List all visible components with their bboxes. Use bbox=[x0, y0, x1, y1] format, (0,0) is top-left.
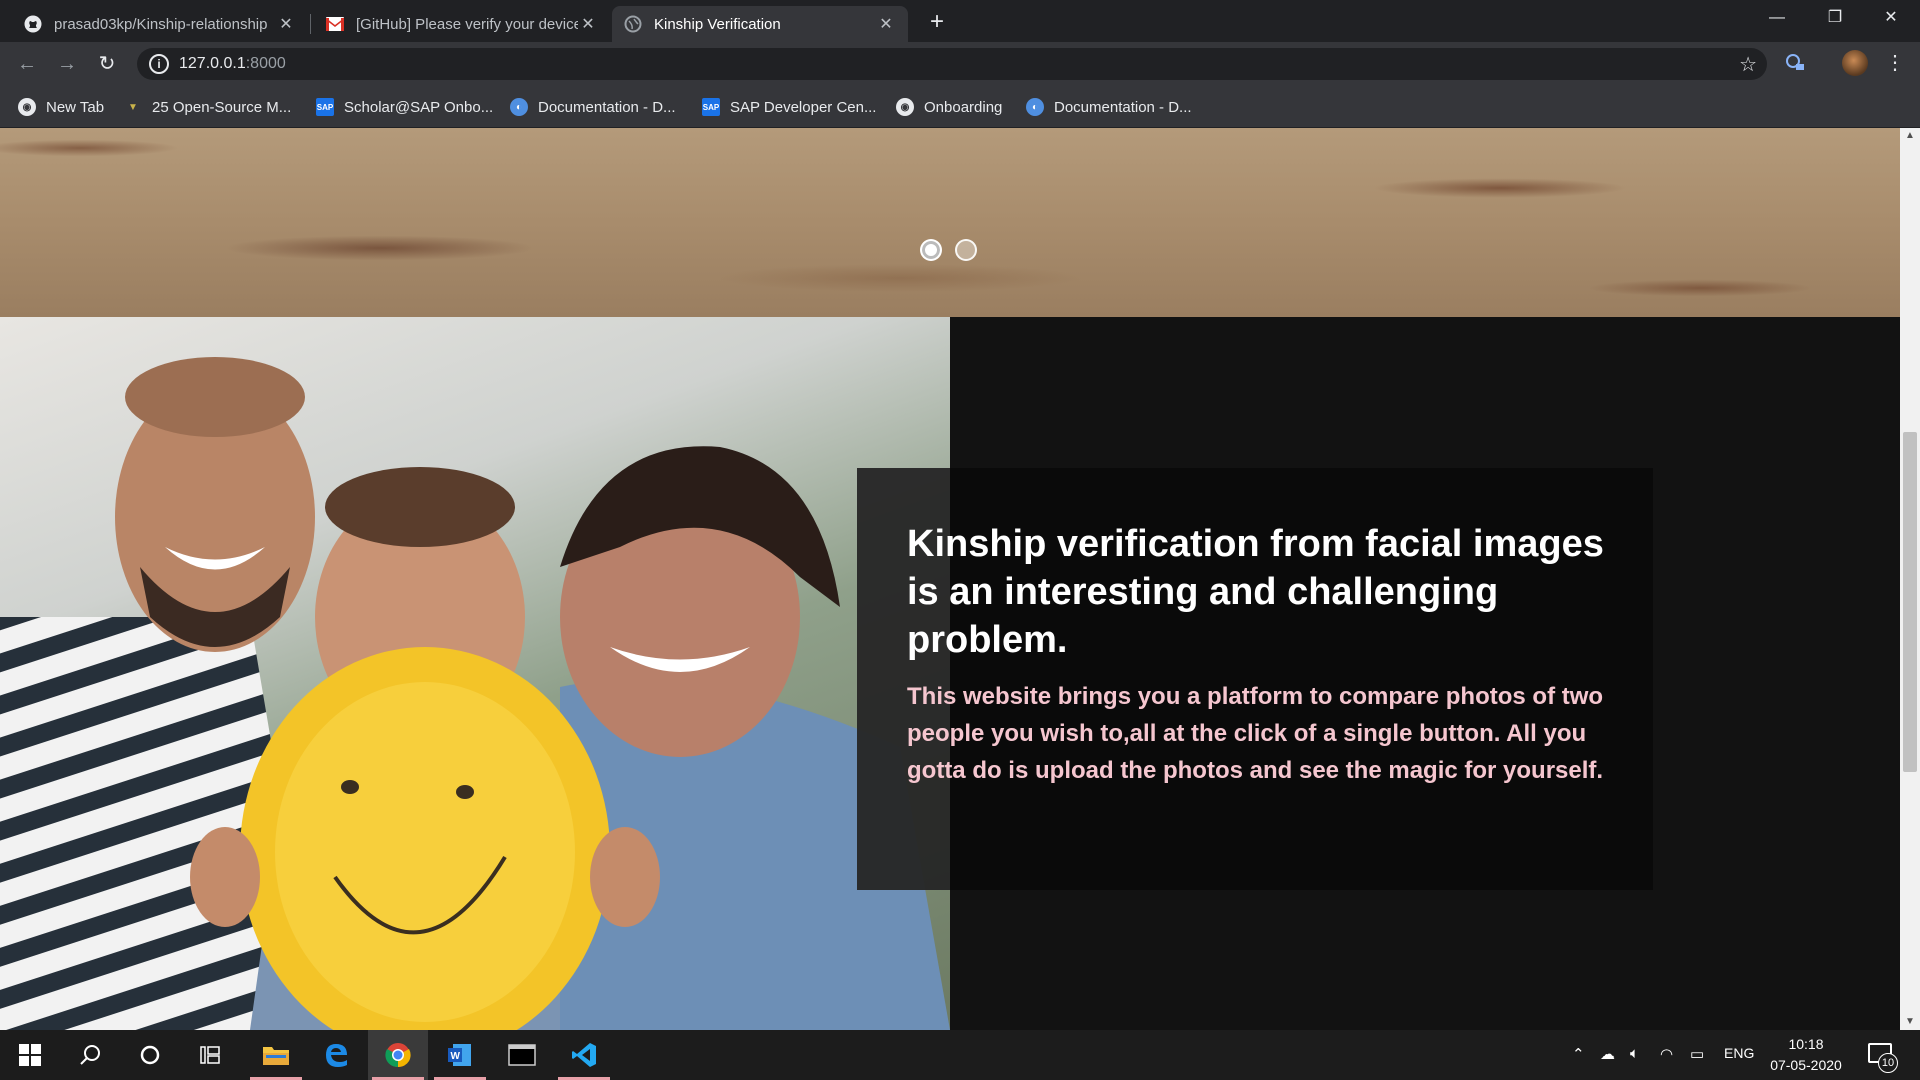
clock[interactable]: 10:18 07-05-2020 bbox=[1766, 1034, 1846, 1076]
tab-github-repo[interactable]: prasad03kp/Kinship-relationship ✕ bbox=[12, 6, 308, 42]
bookmark-documentation-2[interactable]: ◐ Documentation - D... bbox=[1026, 96, 1192, 118]
volume-icon[interactable]: 🔈︎ bbox=[1630, 1045, 1639, 1062]
close-window-button[interactable]: ✕ bbox=[1862, 0, 1920, 36]
chrome-icon: ◉ bbox=[18, 98, 36, 116]
globe-icon: ◐ bbox=[1026, 98, 1044, 116]
chrome-icon[interactable] bbox=[368, 1030, 428, 1080]
tab-kinship-verification[interactable]: Kinship Verification ✕ bbox=[612, 6, 908, 42]
page-scrollbar[interactable]: ▲ ▼ bbox=[1900, 128, 1920, 1030]
close-tab-icon[interactable]: ✕ bbox=[276, 14, 296, 34]
tab-title: prasad03kp/Kinship-relationship bbox=[54, 15, 268, 33]
language-indicator[interactable]: ENG bbox=[1724, 1045, 1754, 1061]
show-hidden-icons-icon[interactable]: ⌃ bbox=[1572, 1045, 1585, 1063]
clock-date: 07-05-2020 bbox=[1770, 1057, 1842, 1073]
bookmark-label: Onboarding bbox=[924, 98, 1003, 116]
svg-text:W: W bbox=[451, 1051, 461, 1062]
word-icon[interactable]: W bbox=[430, 1030, 490, 1080]
bookmark-label: New Tab bbox=[46, 98, 105, 116]
bookmark-label: Scholar@SAP Onbo... bbox=[344, 98, 494, 116]
clock-time: 10:18 bbox=[1788, 1036, 1824, 1052]
cortana-icon[interactable] bbox=[120, 1030, 180, 1080]
bookmark-label: SAP Developer Cen... bbox=[730, 98, 877, 116]
sap-icon: SAP bbox=[316, 98, 334, 116]
minimize-button[interactable]: — bbox=[1748, 0, 1806, 36]
tab-title: Kinship Verification bbox=[654, 15, 781, 33]
gmail-icon bbox=[326, 15, 344, 33]
scroll-up-arrow[interactable]: ▲ bbox=[1900, 128, 1920, 144]
onedrive-cloud-icon[interactable]: ☁ bbox=[1600, 1045, 1615, 1063]
close-tab-icon[interactable]: ✕ bbox=[876, 14, 896, 34]
tab-gmail[interactable]: [GitHub] Please verify your device ✕ bbox=[314, 6, 610, 42]
windows-start-icon[interactable] bbox=[0, 1030, 60, 1080]
carousel-indicator-2[interactable] bbox=[955, 239, 977, 261]
carousel-indicator-1[interactable] bbox=[920, 239, 942, 261]
tab-strip: prasad03kp/Kinship-relationship ✕ [GitHu… bbox=[0, 0, 1920, 42]
family-photo-illustration bbox=[0, 357, 950, 1030]
battery-icon[interactable]: ▭ bbox=[1690, 1045, 1704, 1063]
restore-button[interactable]: ❐ bbox=[1806, 0, 1864, 36]
page-viewport: Kinship verification from facial images … bbox=[0, 128, 1900, 1030]
intro-text-box: Kinship verification from facial images … bbox=[857, 468, 1653, 890]
task-view-icon[interactable] bbox=[180, 1030, 240, 1080]
file-explorer-icon[interactable] bbox=[246, 1030, 306, 1080]
sap-icon: SAP bbox=[702, 98, 720, 116]
scroll-thumb[interactable] bbox=[1903, 432, 1917, 772]
bookmark-star-icon[interactable]: ☆ bbox=[1739, 52, 1757, 77]
edge-icon[interactable] bbox=[306, 1030, 366, 1080]
forward-button[interactable]: → bbox=[53, 50, 81, 78]
description: This website brings you a platform to co… bbox=[907, 683, 1604, 784]
chrome-menu-icon[interactable]: ⋮ bbox=[1885, 50, 1905, 75]
bookmarks-bar: ◉ New Tab ▼ 25 Open-Source M... SAP Scho… bbox=[0, 86, 1920, 128]
family-photo bbox=[0, 317, 950, 1030]
close-tab-icon[interactable]: ✕ bbox=[578, 14, 598, 34]
browser-toolbar: ← → ↻ i 127.0.0.1:8000 ☆ bbox=[0, 42, 1920, 86]
extension-icon[interactable] bbox=[1784, 52, 1806, 74]
bookmark-onboarding[interactable]: ◉ Onboarding bbox=[896, 96, 1002, 118]
bookmark-sap-developer[interactable]: SAP SAP Developer Cen... bbox=[702, 96, 876, 118]
globe-icon: ◐ bbox=[510, 98, 528, 116]
tab-separator bbox=[310, 14, 311, 34]
profile-avatar[interactable] bbox=[1842, 50, 1868, 76]
scroll-down-arrow[interactable]: ▼ bbox=[1900, 1014, 1920, 1030]
headline: Kinship verification from facial images … bbox=[907, 523, 1604, 661]
bookmark-label: Documentation - D... bbox=[538, 98, 676, 116]
url-port: :8000 bbox=[245, 55, 286, 72]
url-host: 127.0.0.1 bbox=[179, 55, 246, 72]
globe-icon bbox=[624, 15, 642, 33]
chrome-icon: ◉ bbox=[896, 98, 914, 116]
site-info-icon[interactable]: i bbox=[149, 54, 169, 74]
tag-icon: ▼ bbox=[128, 101, 138, 113]
hero-carousel-image bbox=[0, 128, 1900, 317]
vscode-icon[interactable] bbox=[554, 1030, 614, 1080]
bookmark-label: 25 Open-Source M... bbox=[152, 98, 292, 116]
bookmark-label: Documentation - D... bbox=[1054, 98, 1192, 116]
bookmark-open-source[interactable]: ▼ 25 Open-Source M... bbox=[124, 96, 291, 118]
notification-count-badge: 10 bbox=[1878, 1053, 1898, 1073]
search-icon[interactable] bbox=[60, 1030, 120, 1080]
bookmark-scholar-sap[interactable]: SAP Scholar@SAP Onbo... bbox=[316, 96, 493, 118]
new-tab-button[interactable]: + bbox=[923, 8, 951, 36]
reload-button[interactable]: ↻ bbox=[93, 50, 121, 78]
wifi-icon[interactable]: ◠ bbox=[1660, 1045, 1673, 1063]
tab-title: [GitHub] Please verify your device bbox=[356, 15, 578, 33]
address-bar[interactable]: i 127.0.0.1:8000 ☆ bbox=[137, 48, 1767, 80]
back-button[interactable]: ← bbox=[13, 50, 41, 78]
url-text[interactable]: 127.0.0.1:8000 bbox=[179, 55, 286, 73]
github-icon bbox=[24, 15, 42, 33]
terminal-icon[interactable] bbox=[492, 1030, 552, 1080]
bookmark-documentation[interactable]: ◐ Documentation - D... bbox=[510, 96, 676, 118]
windows-taskbar: W ⌃ ☁ 🔈︎ ◠ ▭ ENG 10:18 07-05-2020 10 bbox=[0, 1030, 1920, 1080]
bookmark-new-tab[interactable]: ◉ New Tab bbox=[18, 96, 104, 118]
